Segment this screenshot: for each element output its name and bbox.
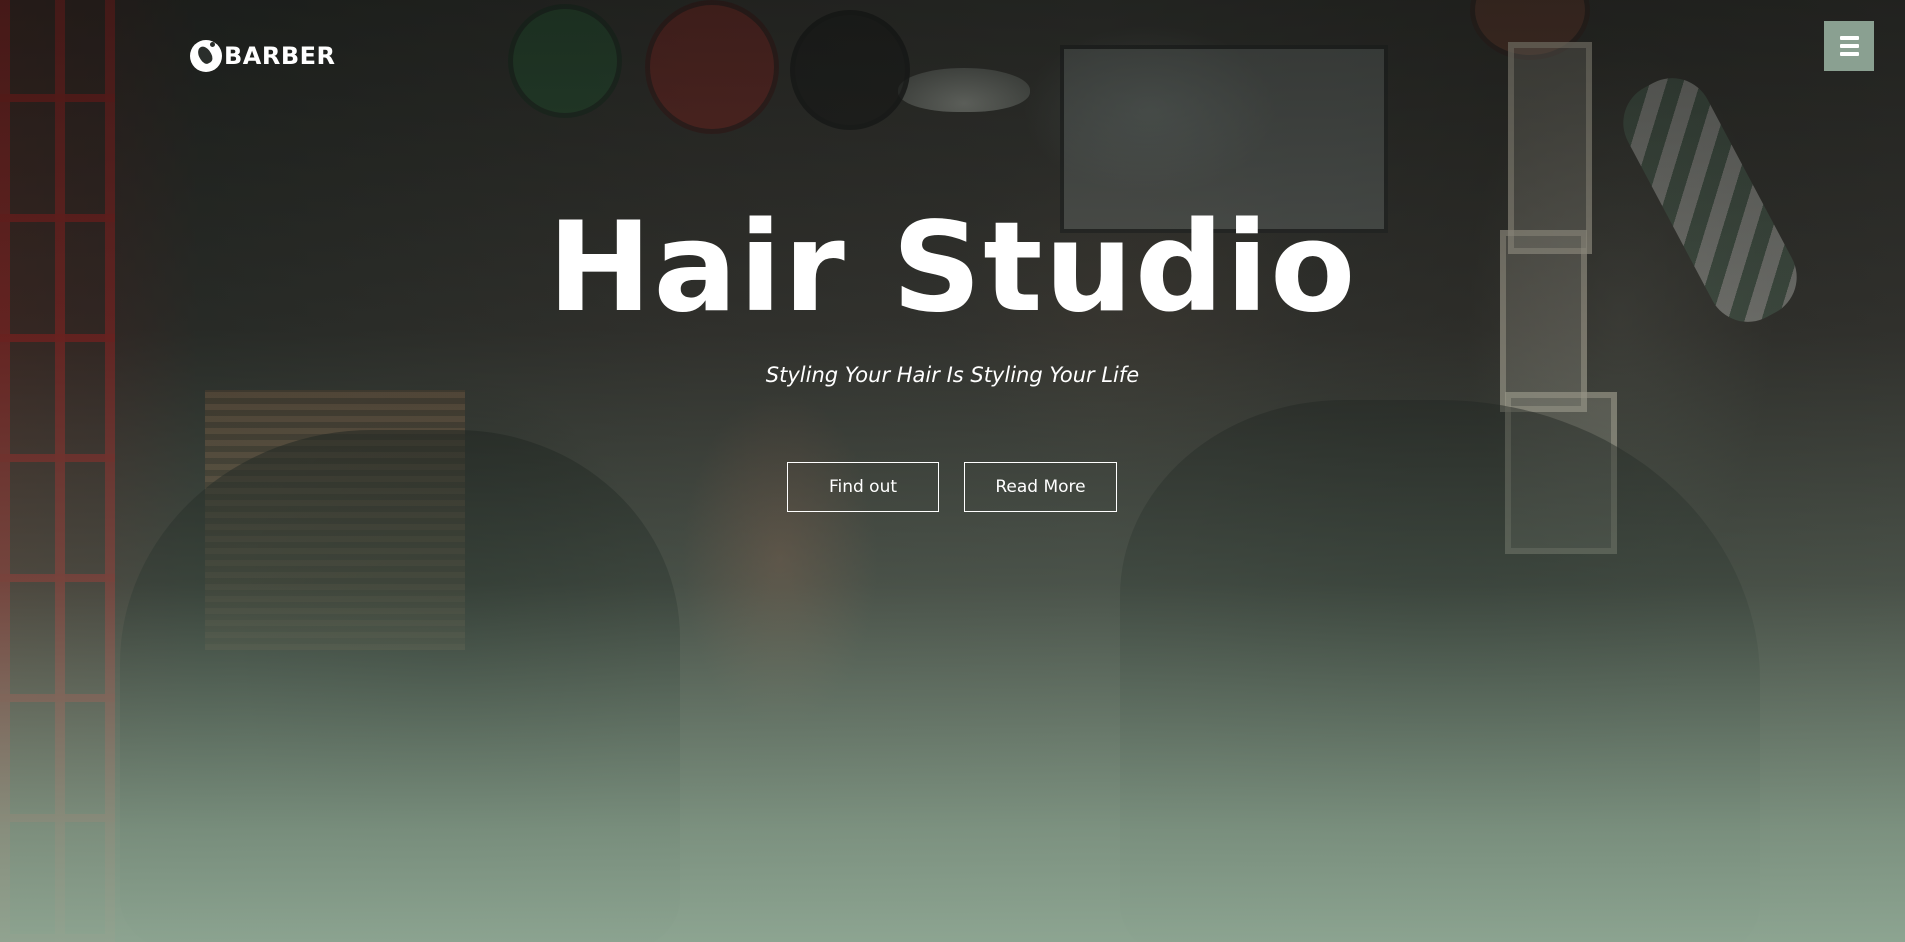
site-logo[interactable]: BARBER [190,40,336,72]
hero-overlay [0,0,1905,942]
menu-toggle-button[interactable] [1824,21,1874,71]
hero-section: BARBER Hair Studio Styling Your Hair Is … [0,0,1905,942]
find-out-button[interactable]: Find out [787,462,939,512]
hero-subtitle: Styling Your Hair Is Styling Your Life [765,363,1140,387]
hero-title: Hair Studio [547,196,1358,340]
barber-head-icon [190,40,222,72]
read-more-button[interactable]: Read More [964,462,1117,512]
hamburger-icon [1839,36,1859,40]
logo-text: BARBER [224,42,336,70]
hamburger-icon-bar [1839,52,1859,56]
hamburger-icon-bar [1839,44,1859,48]
